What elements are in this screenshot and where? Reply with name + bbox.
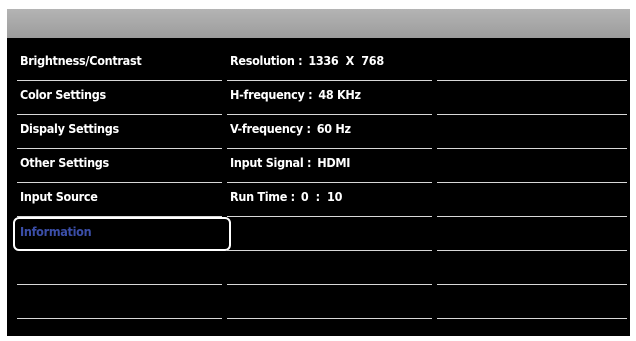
info-row-hfrequency: H-frequency : 48 KHz (227, 81, 432, 115)
menu-item-label: Brightness/Contrast (20, 53, 142, 68)
menu-item-brightness-contrast[interactable]: Brightness/Contrast (17, 47, 222, 81)
vfrequency-label: V-frequency : (230, 121, 311, 136)
info-row-run-time: Run Time : 0 : 10 (227, 183, 432, 217)
osd-panel: Brightness/Contrast Color Settings Dispa… (7, 38, 630, 336)
empty-row (437, 183, 627, 217)
empty-row (437, 47, 627, 81)
input-signal-value: HDMI (317, 155, 351, 170)
empty-row (437, 81, 627, 115)
resolution-value: 1336 X 768 (308, 53, 384, 68)
run-time-value: 0 : 10 (300, 189, 343, 204)
empty-row (437, 115, 627, 149)
empty-row (227, 285, 432, 319)
menu-item-label: Information (20, 224, 92, 239)
run-time-text: Run Time : 0 : 10 (230, 189, 342, 204)
resolution-text: Resolution : 1336 X 768 (230, 53, 384, 68)
empty-row (17, 251, 222, 285)
title-bar (7, 9, 630, 38)
menu-item-label: Other Settings (20, 155, 109, 170)
info-row-vfrequency: V-frequency : 60 Hz (227, 115, 432, 149)
empty-row (437, 149, 627, 183)
menu-item-label: Dispaly Settings (20, 121, 119, 136)
vfrequency-text: V-frequency : 60 Hz (230, 121, 351, 136)
empty-row (227, 251, 432, 285)
empty-row (437, 217, 627, 251)
empty-row (437, 285, 627, 319)
menu-item-label: Color Settings (20, 87, 106, 102)
menu-item-information[interactable]: Information (13, 217, 231, 251)
osd-window: Brightness/Contrast Color Settings Dispa… (7, 9, 630, 336)
hfrequency-text: H-frequency : 48 KHz (230, 87, 361, 102)
vfrequency-value: 60 Hz (316, 121, 351, 136)
empty-row (437, 251, 627, 285)
run-time-label: Run Time : (230, 189, 295, 204)
info-row-resolution: Resolution : 1336 X 768 (227, 47, 432, 81)
input-signal-text: Input Signal : HDMI (230, 155, 350, 170)
empty-row (227, 217, 432, 251)
resolution-label: Resolution : (230, 53, 303, 68)
input-signal-label: Input Signal : (230, 155, 312, 170)
empty-row (17, 285, 222, 319)
info-row-input-signal: Input Signal : HDMI (227, 149, 432, 183)
menu-item-input-source[interactable]: Input Source (17, 183, 222, 217)
menu-item-other-settings[interactable]: Other Settings (17, 149, 222, 183)
hfrequency-value: 48 KHz (318, 87, 361, 102)
menu-item-label: Input Source (20, 189, 98, 204)
menu-item-color-settings[interactable]: Color Settings (17, 81, 222, 115)
hfrequency-label: H-frequency : (230, 87, 313, 102)
menu-item-display-settings[interactable]: Dispaly Settings (17, 115, 222, 149)
